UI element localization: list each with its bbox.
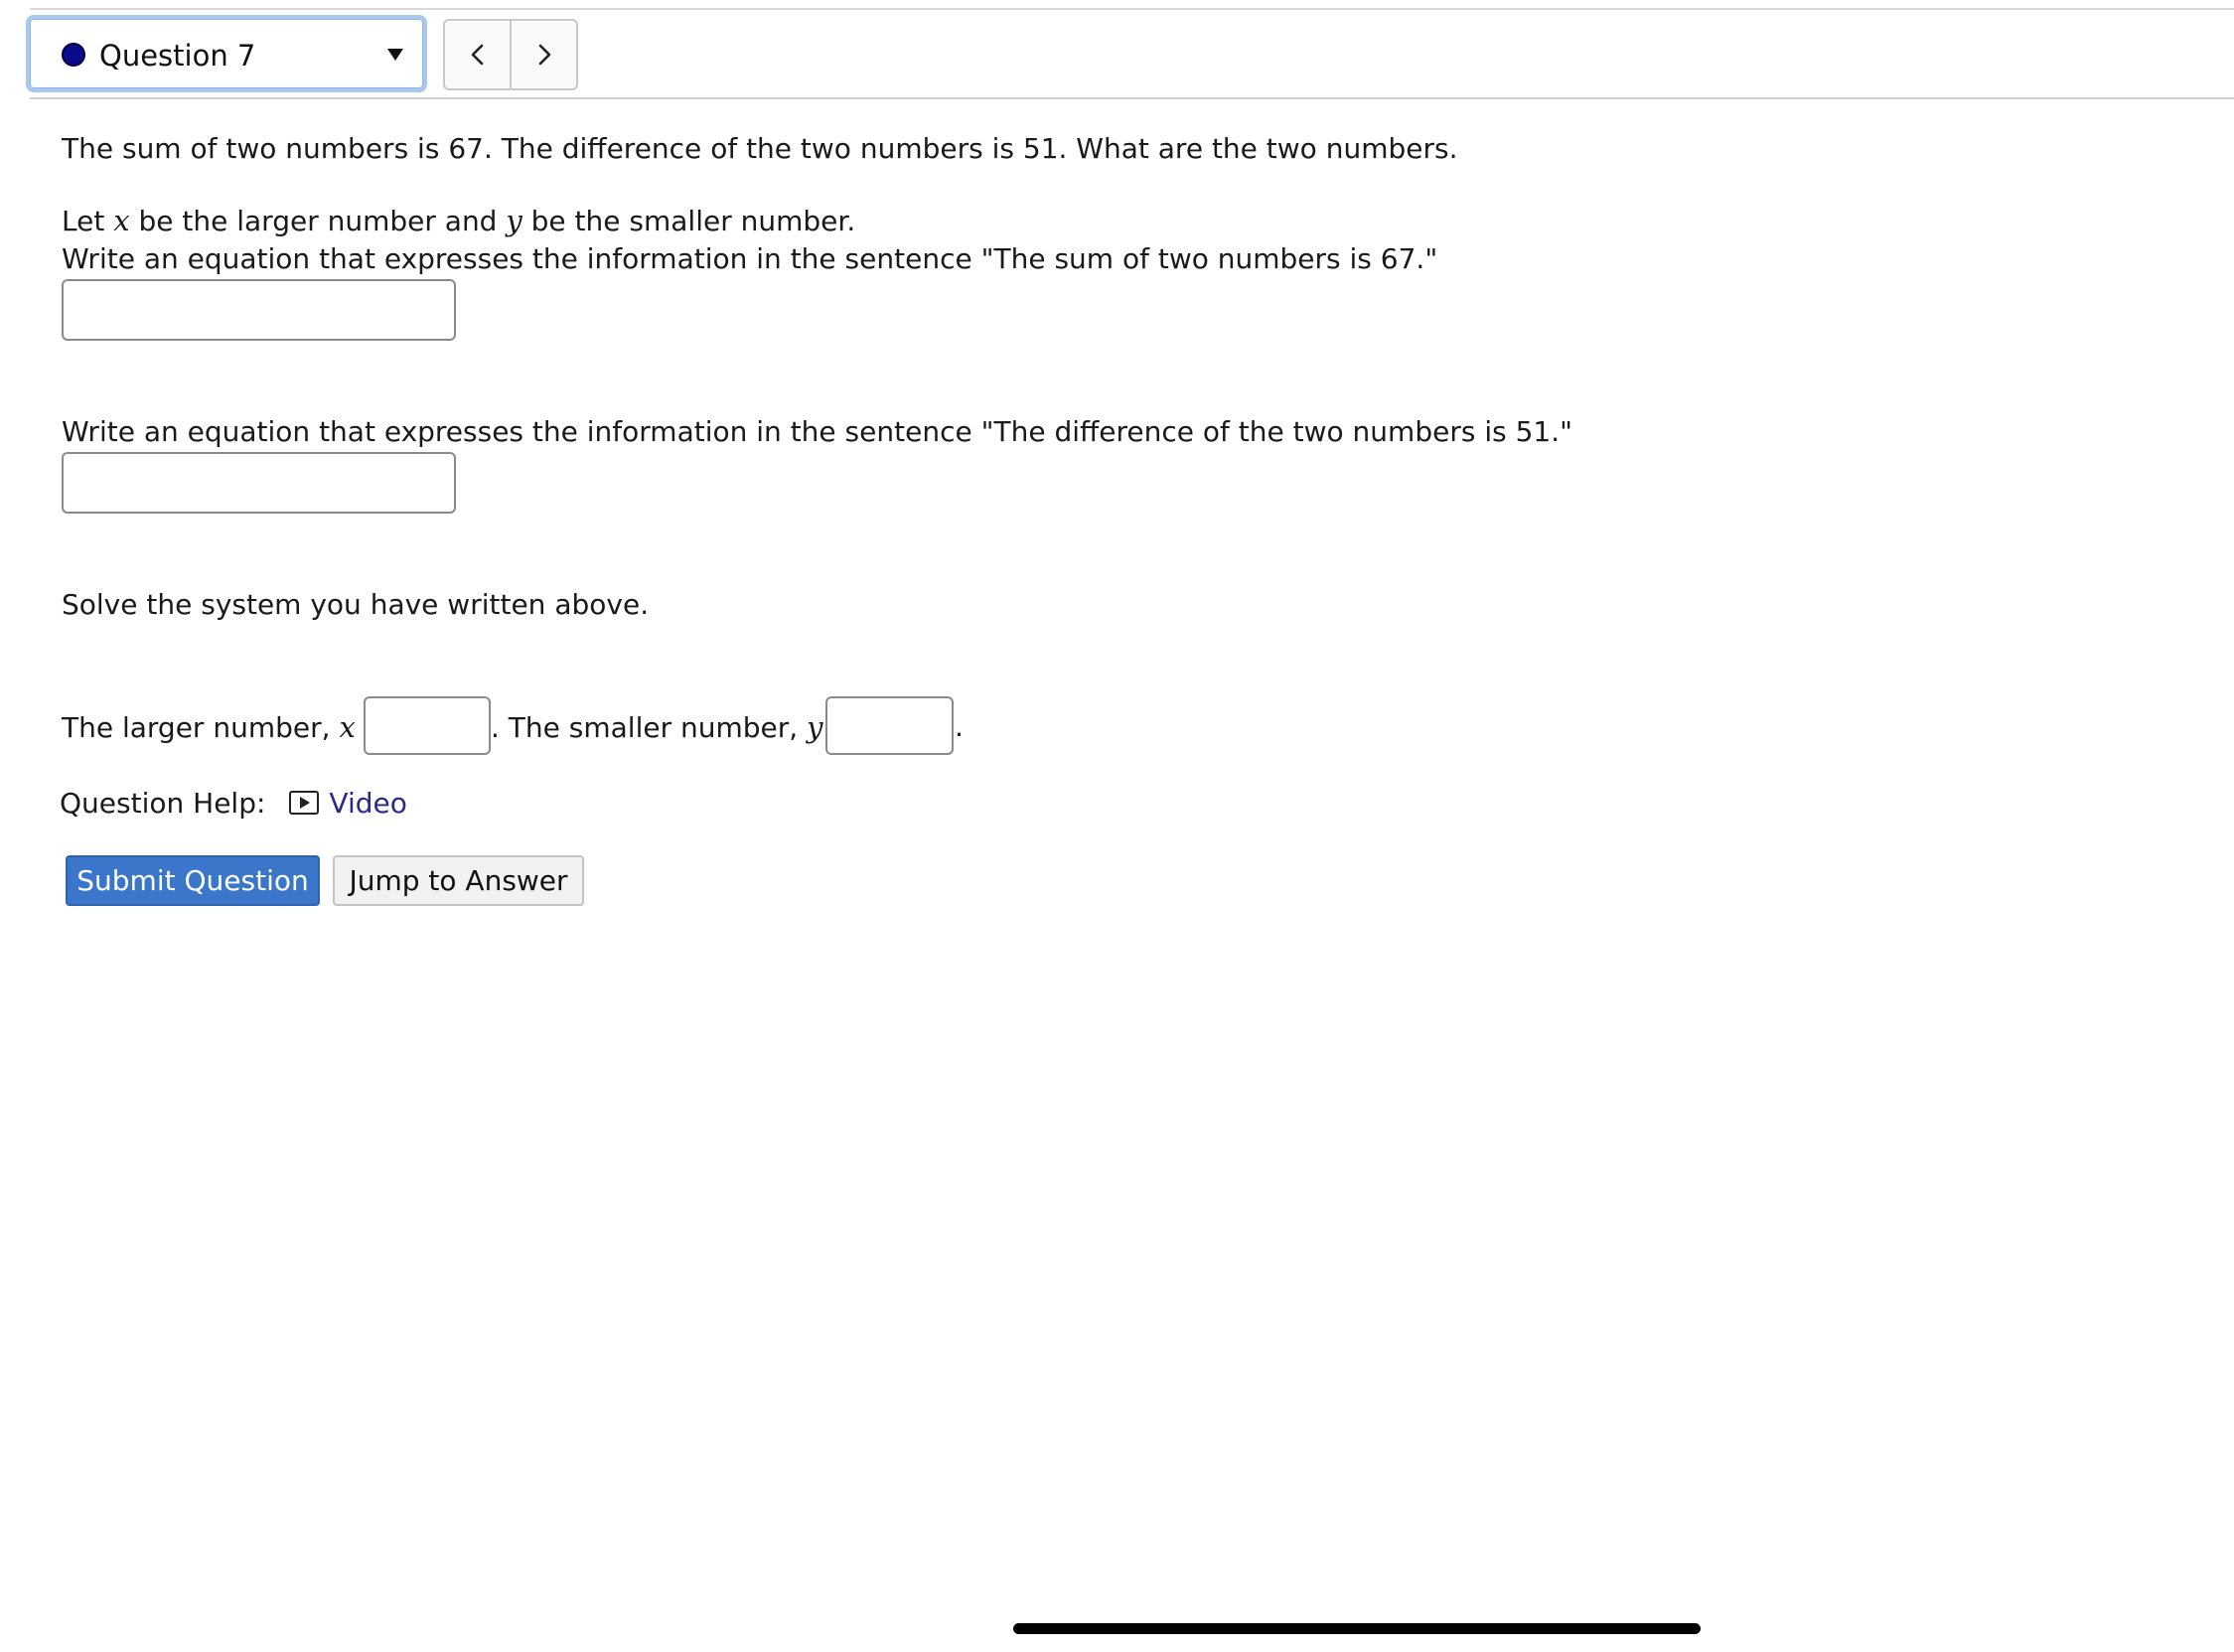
sum-equation-prompt: Write an equation that expresses the inf… [62, 242, 1438, 275]
question-help-label: Question Help: [60, 786, 266, 820]
larger-prefix: The larger number, [62, 711, 340, 744]
solve-prompt: Solve the system you have written above. [62, 588, 650, 621]
home-indicator-bar [1013, 1623, 1701, 1634]
let-middle: be the larger number and [129, 205, 507, 237]
header-divider [30, 97, 2234, 99]
variable-definition: Let x be the larger number and y be the … [62, 204, 855, 237]
video-help-link[interactable]: Video [329, 787, 406, 820]
submit-question-button[interactable]: Submit Question [66, 855, 320, 906]
larger-number-input[interactable] [364, 696, 491, 755]
video-play-icon[interactable] [289, 791, 320, 815]
variable-x: x [113, 204, 130, 237]
difference-equation-input[interactable] [62, 452, 456, 514]
smaller-variable: y [807, 710, 823, 744]
sum-equation-input[interactable] [62, 279, 456, 341]
question-selector[interactable]: Question 7 [26, 15, 427, 92]
chevron-left-icon [471, 44, 483, 66]
jump-to-answer-button[interactable]: Jump to Answer [333, 855, 584, 906]
page: Question 7 The sum of two numbers is 67.… [0, 0, 2234, 1652]
let-prefix: Let [62, 205, 114, 237]
question-selector-label: Question 7 [99, 39, 256, 73]
larger-number-label: The larger number, x is [62, 710, 386, 744]
problem-intro: The sum of two numbers is 67. The differ… [62, 132, 1458, 165]
question-help-row: Question Help: Video [60, 783, 407, 823]
smaller-number-label: . The smaller number, y is [491, 710, 854, 744]
previous-question-button[interactable] [445, 21, 510, 88]
sentence-end-period: . [955, 710, 964, 743]
chevron-right-icon [538, 44, 550, 66]
top-divider [30, 8, 2234, 10]
question-nav-group [443, 19, 578, 90]
status-dot-icon [62, 43, 85, 67]
caret-down-icon [387, 49, 403, 61]
let-suffix: be the smaller number. [521, 205, 856, 237]
next-question-button[interactable] [510, 21, 576, 88]
variable-y: y [506, 204, 522, 237]
larger-variable: x [339, 710, 356, 744]
smaller-prefix: . The smaller number, [491, 711, 808, 744]
smaller-number-input[interactable] [825, 696, 954, 755]
difference-equation-prompt: Write an equation that expresses the inf… [62, 415, 1572, 448]
